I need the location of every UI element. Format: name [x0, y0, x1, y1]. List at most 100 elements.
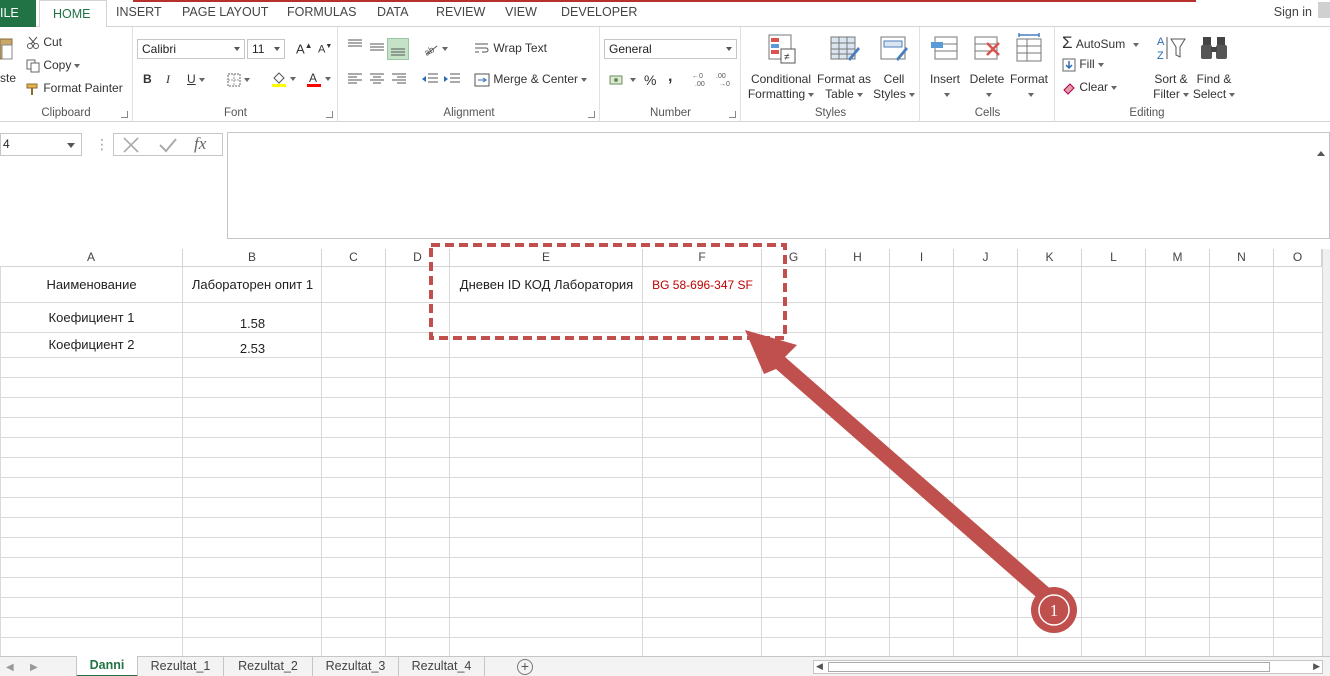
- sheet-tab-danni[interactable]: Danni: [76, 656, 138, 676]
- bold-button[interactable]: B: [143, 72, 152, 86]
- dialog-launcher-icon[interactable]: [326, 111, 333, 118]
- tab-formulas[interactable]: FORMULAS: [287, 5, 356, 19]
- font-color-button[interactable]: A: [306, 70, 331, 88]
- tab-review[interactable]: REVIEW: [436, 5, 485, 19]
- underline-button[interactable]: U: [187, 72, 205, 86]
- format-cells-button[interactable]: Format: [1007, 33, 1051, 102]
- tab-developer[interactable]: DEVELOPER: [561, 5, 637, 19]
- number-format-select[interactable]: General: [604, 39, 737, 59]
- horizontal-scrollbar[interactable]: ◀ ▶: [813, 660, 1323, 674]
- font-name-select[interactable]: Calibri: [137, 39, 245, 59]
- format-painter-button[interactable]: Format Painter: [26, 81, 123, 96]
- column-header-c[interactable]: C: [322, 249, 386, 267]
- column-header-d[interactable]: D: [386, 249, 450, 267]
- conditional-formatting-button[interactable]: ≠ Conditional Formatting: [746, 33, 816, 102]
- scroll-tabs-left-icon[interactable]: ◀: [6, 662, 14, 673]
- decrease-decimal-icon[interactable]: .00→0: [716, 71, 734, 87]
- dialog-launcher-icon[interactable]: [588, 111, 595, 118]
- sort-filter-button[interactable]: AZ Sort & Filter: [1150, 33, 1192, 102]
- name-box[interactable]: 4: [0, 133, 82, 156]
- add-sheet-icon[interactable]: +: [517, 659, 533, 675]
- percent-style-button[interactable]: %: [644, 72, 656, 88]
- cell-b3[interactable]: 2.53: [183, 341, 322, 356]
- tab-insert[interactable]: INSERT: [116, 5, 162, 19]
- autosum-button[interactable]: Σ AutoSum: [1062, 33, 1140, 53]
- align-top-icon[interactable]: [347, 39, 363, 51]
- fill-button[interactable]: Fill: [1062, 57, 1104, 72]
- align-left-icon[interactable]: [347, 73, 363, 85]
- accounting-format-button[interactable]: [609, 72, 636, 87]
- cell-e1[interactable]: Дневен ID КОД Лаборатория: [450, 277, 643, 292]
- font-size-select[interactable]: 11: [247, 39, 285, 59]
- formula-input[interactable]: [227, 132, 1330, 239]
- user-icon[interactable]: [1318, 2, 1330, 18]
- check-icon[interactable]: [158, 137, 178, 153]
- sheet-tab-rezultat-3[interactable]: Rezultat_3: [313, 657, 399, 676]
- column-header-h[interactable]: H: [826, 249, 890, 267]
- wrap-text-button[interactable]: Wrap Text: [474, 41, 547, 56]
- tab-home[interactable]: HOME: [39, 0, 107, 28]
- increase-decimal-icon[interactable]: ←0.00: [692, 71, 710, 87]
- italic-button[interactable]: I: [166, 72, 170, 87]
- increase-indent-icon[interactable]: [443, 73, 461, 85]
- formula-bar-splitter[interactable]: ⋮: [95, 136, 109, 153]
- merge-center-button[interactable]: Merge & Center: [474, 72, 588, 87]
- copy-button[interactable]: Copy: [26, 58, 81, 73]
- shrink-font-button[interactable]: A▼: [318, 43, 332, 56]
- column-header-n[interactable]: N: [1210, 249, 1274, 267]
- scroll-tabs-right-icon[interactable]: ▶: [30, 662, 38, 673]
- column-header-k[interactable]: K: [1018, 249, 1082, 267]
- clear-button[interactable]: Clear: [1062, 80, 1118, 95]
- column-header-o[interactable]: O: [1274, 249, 1322, 267]
- column-header-i[interactable]: I: [890, 249, 954, 267]
- sheet-tab-rezultat-4[interactable]: Rezultat_4: [399, 657, 485, 676]
- cell-a2[interactable]: Коефициент 1: [0, 310, 183, 325]
- cell-b1[interactable]: Лабораторен опит 1: [183, 277, 322, 292]
- horizontal-scroll-thumb[interactable]: [828, 662, 1270, 672]
- sign-in-link[interactable]: Sign in: [1274, 5, 1312, 19]
- cell-a1[interactable]: Наименование: [0, 277, 183, 292]
- cell-f1[interactable]: BG 58-696-347 SF: [643, 278, 762, 292]
- column-header-g[interactable]: G: [762, 249, 826, 267]
- orientation-button[interactable]: ab: [423, 41, 448, 56]
- delete-cells-button[interactable]: Delete: [965, 33, 1009, 102]
- borders-button[interactable]: [227, 72, 250, 87]
- insert-function-button[interactable]: fx: [194, 134, 206, 154]
- cell-styles-button[interactable]: Cell Styles: [872, 33, 916, 102]
- column-header-m[interactable]: M: [1146, 249, 1210, 267]
- tab-data[interactable]: DATA: [377, 5, 408, 19]
- sheet-tab-rezultat-1[interactable]: Rezultat_1: [138, 657, 224, 676]
- insert-cells-button[interactable]: Insert: [923, 33, 967, 102]
- cell-a3[interactable]: Коефициент 2: [0, 337, 183, 352]
- align-center-icon[interactable]: [369, 73, 385, 85]
- cancel-icon[interactable]: [122, 137, 140, 153]
- align-middle-icon[interactable]: [369, 42, 385, 54]
- tab-file[interactable]: ILE: [0, 0, 36, 27]
- scroll-left-icon[interactable]: ◀: [816, 661, 823, 672]
- column-header-a[interactable]: A: [0, 249, 183, 267]
- vertical-scrollbar[interactable]: [1322, 249, 1330, 656]
- worksheet-grid[interactable]: Наименование Лабораторен опит 1 Дневен I…: [0, 267, 1322, 656]
- dialog-launcher-icon[interactable]: [729, 111, 736, 118]
- cell-b2[interactable]: 1.58: [183, 316, 322, 331]
- cut-button[interactable]: Cut: [26, 35, 62, 50]
- grow-font-button[interactable]: A▲: [296, 41, 313, 56]
- column-header-f[interactable]: F: [643, 249, 762, 267]
- find-select-button[interactable]: Find & Select: [1192, 33, 1236, 102]
- column-header-l[interactable]: L: [1082, 249, 1146, 267]
- fill-color-button[interactable]: [271, 70, 296, 88]
- format-as-table-button[interactable]: Format as Table: [816, 33, 872, 102]
- comma-style-button[interactable]: ,: [668, 68, 672, 86]
- column-header-j[interactable]: J: [954, 249, 1018, 267]
- column-header-b[interactable]: B: [183, 249, 322, 267]
- tab-page-layout[interactable]: PAGE LAYOUT: [182, 5, 268, 19]
- scroll-right-icon[interactable]: ▶: [1313, 661, 1320, 672]
- decrease-indent-icon[interactable]: [421, 73, 439, 85]
- collapse-formula-bar-icon[interactable]: [1317, 151, 1325, 156]
- align-bottom-button[interactable]: [387, 38, 409, 60]
- dialog-launcher-icon[interactable]: [121, 111, 128, 118]
- column-header-e[interactable]: E: [450, 249, 643, 267]
- sheet-tab-rezultat-2[interactable]: Rezultat_2: [224, 657, 313, 676]
- align-right-icon[interactable]: [391, 73, 407, 85]
- paste-button[interactable]: ste: [0, 35, 16, 85]
